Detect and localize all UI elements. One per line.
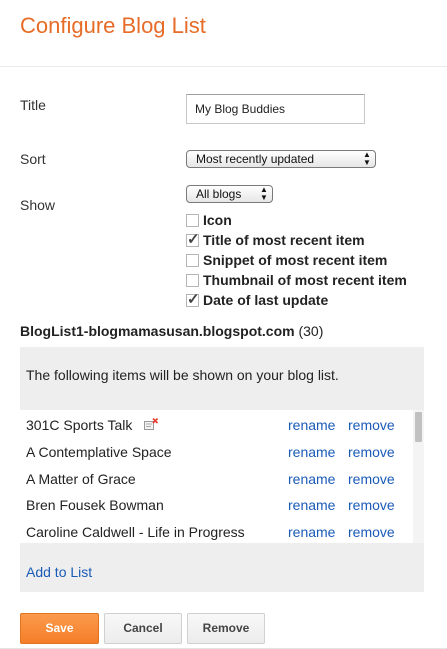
show-select-value: All blogs — [196, 187, 242, 201]
rename-link[interactable]: rename — [288, 417, 335, 433]
select-arrows-icon: ▲ ▼ — [260, 185, 268, 202]
list-item: 301C Sports Talk rename remove — [20, 411, 413, 438]
cancel-button[interactable]: Cancel — [104, 613, 182, 644]
scrollbar-thumb[interactable] — [415, 412, 422, 442]
remove-link[interactable]: remove — [348, 497, 395, 513]
bloglist-info-panel: The following items will be shown on you… — [20, 347, 424, 410]
option-icon[interactable]: Icon — [186, 211, 232, 229]
option-date[interactable]: ✓ Date of last update — [186, 291, 328, 309]
remove-button[interactable]: Remove — [187, 613, 265, 644]
show-select[interactable]: All blogs ▲ ▼ — [186, 185, 273, 203]
blog-name: A Matter of Grace — [26, 471, 136, 487]
option-title-recent[interactable]: ✓ Title of most recent item — [186, 231, 365, 249]
header-divider — [0, 66, 447, 67]
remove-link[interactable]: remove — [348, 524, 395, 540]
option-snippet[interactable]: Snippet of most recent item — [186, 251, 387, 269]
option-label: Date of last update — [203, 292, 329, 308]
blog-list: 301C Sports Talk rename remove A Contemp… — [20, 410, 424, 543]
option-thumbnail[interactable]: Thumbnail of most recent item — [186, 271, 407, 289]
blog-name: 301C Sports Talk — [26, 417, 133, 433]
list-item: Caroline Caldwell - Life in Progress ren… — [20, 518, 413, 543]
list-item: A Matter of Grace rename remove — [20, 465, 413, 492]
checkbox[interactable] — [186, 213, 199, 227]
remove-link[interactable]: remove — [348, 471, 395, 487]
checkmark-icon: ✓ — [187, 230, 200, 248]
blog-name: Caroline Caldwell - Life in Progress — [26, 524, 245, 540]
bloglist-info-text: The following items will be shown on you… — [26, 367, 339, 383]
rename-link[interactable]: rename — [288, 471, 335, 487]
option-label: Title of most recent item — [203, 232, 365, 248]
blog-name: Bren Fousek Bowman — [26, 497, 164, 513]
list-scrollbar[interactable] — [413, 410, 424, 543]
remove-link[interactable]: remove — [348, 417, 395, 433]
rename-link[interactable]: rename — [288, 497, 335, 513]
list-item: Bren Fousek Bowman rename remove — [20, 491, 413, 518]
option-label: Snippet of most recent item — [203, 252, 388, 268]
option-label: Thumbnail of most recent item — [203, 272, 407, 288]
blog-name: A Contemplative Space — [26, 444, 172, 460]
list-item: A Contemplative Space rename remove — [20, 438, 413, 465]
sort-select[interactable]: Most recently updated ▲ ▼ — [186, 150, 376, 168]
checkbox[interactable] — [186, 253, 199, 267]
checkbox[interactable]: ✓ — [186, 291, 200, 308]
page-title: Configure Blog List — [20, 13, 206, 38]
bloglist-heading: BlogList1-blogmamasusan.blogspot.com (30… — [20, 323, 323, 339]
title-label: Title — [20, 97, 46, 113]
sort-label: Sort — [20, 151, 46, 167]
show-label: Show — [20, 197, 56, 213]
checkbox[interactable] — [186, 273, 199, 287]
select-arrows-icon: ▲ ▼ — [363, 150, 371, 167]
bloglist-count: (30) — [298, 323, 324, 339]
remove-link[interactable]: remove — [348, 444, 395, 460]
title-input[interactable]: My Blog Buddies — [186, 94, 365, 124]
rename-link[interactable]: rename — [288, 444, 335, 460]
rename-link[interactable]: rename — [288, 524, 335, 540]
checkbox[interactable]: ✓ — [186, 231, 200, 248]
bloglist-id: BlogList1-blogmamasusan.blogspot.com — [20, 323, 295, 339]
add-panel: Add to List — [20, 543, 424, 592]
save-button[interactable]: Save — [20, 613, 99, 644]
checkmark-icon: ✓ — [187, 290, 200, 308]
add-to-list-link[interactable]: Add to List — [26, 564, 92, 580]
sort-select-value: Most recently updated — [196, 152, 315, 166]
broken-feed-icon — [144, 418, 158, 430]
option-label: Icon — [203, 212, 232, 228]
